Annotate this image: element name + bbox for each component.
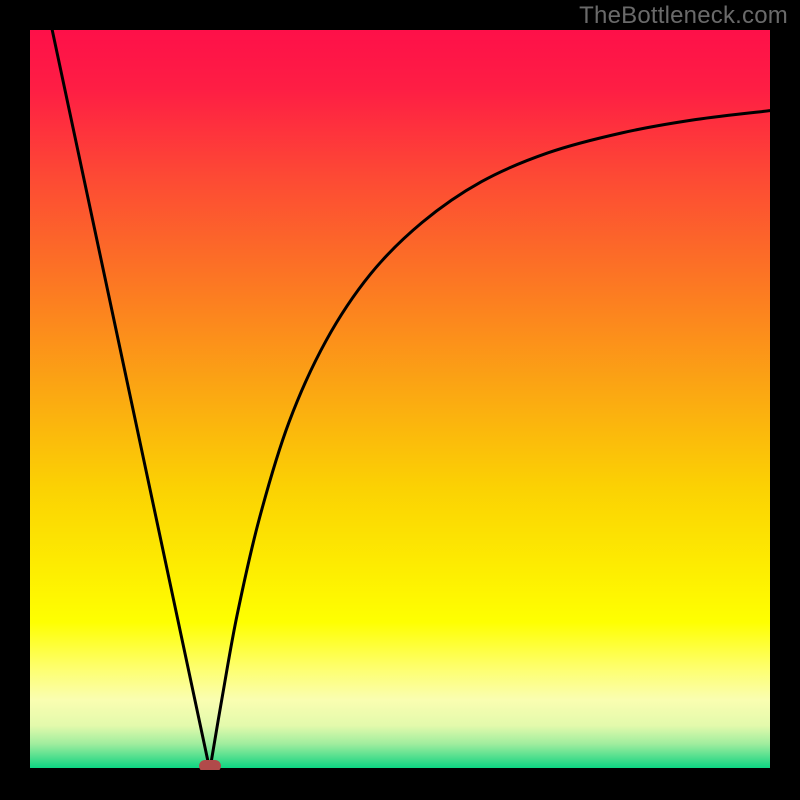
plot-area xyxy=(30,30,770,770)
optimum-marker xyxy=(199,760,221,770)
x-axis-baseline xyxy=(30,768,770,770)
watermark-text: TheBottleneck.com xyxy=(579,2,788,30)
curve-path xyxy=(52,30,770,770)
chart-container: TheBottleneck.com xyxy=(0,0,800,800)
curve-layer xyxy=(30,30,770,770)
